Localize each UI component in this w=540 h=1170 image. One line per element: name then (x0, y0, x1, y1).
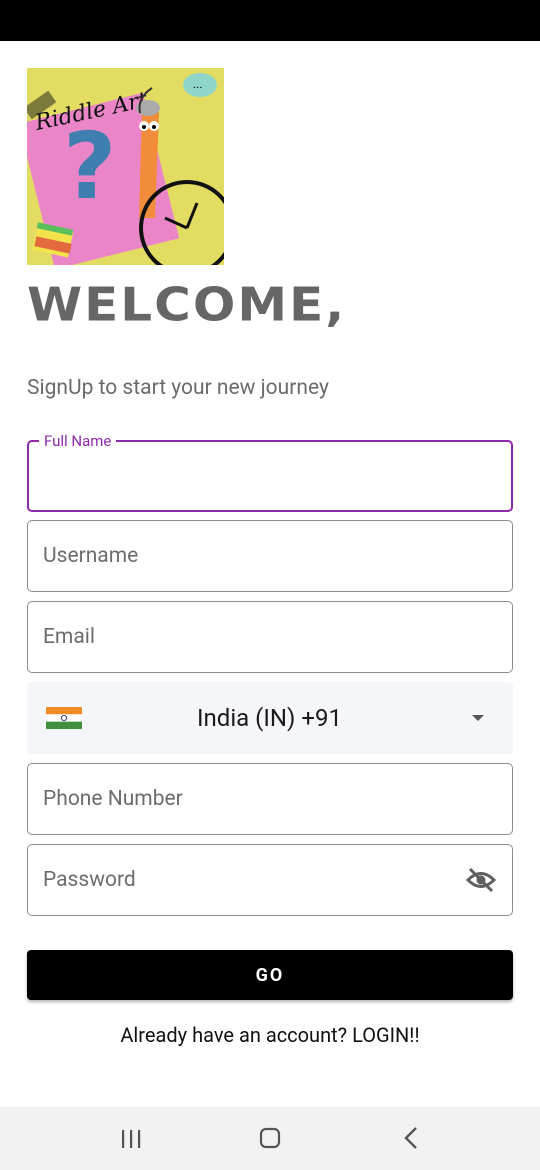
welcome-heading: WELCOME, (27, 278, 347, 332)
phone-number-field[interactable]: Phone Number (27, 763, 513, 835)
password-field[interactable]: Password (27, 844, 513, 916)
full-name-field[interactable]: Full Name (27, 432, 513, 512)
home-icon[interactable] (259, 1127, 281, 1149)
signup-subtitle: SignUp to start your new journey (27, 376, 329, 400)
email-placeholder: Email (43, 625, 95, 649)
svg-text:...: ... (193, 77, 203, 91)
username-placeholder: Username (43, 544, 139, 568)
dropdown-arrow-icon[interactable] (472, 715, 484, 721)
email-field[interactable]: Email (27, 601, 513, 673)
navigation-bar (0, 1107, 540, 1170)
username-field[interactable]: Username (27, 520, 513, 592)
password-placeholder: Password (43, 868, 136, 892)
full-name-label: Full Name (39, 432, 117, 450)
status-bar (0, 0, 540, 41)
india-flag-icon (46, 707, 82, 729)
country-text: India (IN) +91 (197, 704, 342, 732)
back-icon[interactable] (403, 1126, 419, 1150)
visibility-off-icon[interactable] (466, 867, 496, 893)
login-link[interactable]: Already have an account? LOGIN!! (0, 1023, 540, 1047)
svg-text:?: ? (63, 113, 116, 220)
app-logo: Riddle Art ? ... (27, 68, 224, 265)
country-code-picker[interactable]: India (IN) +91 (27, 682, 513, 754)
phone-placeholder: Phone Number (43, 787, 183, 811)
go-button[interactable]: GO (27, 950, 513, 1000)
recents-icon[interactable] (120, 1129, 142, 1149)
